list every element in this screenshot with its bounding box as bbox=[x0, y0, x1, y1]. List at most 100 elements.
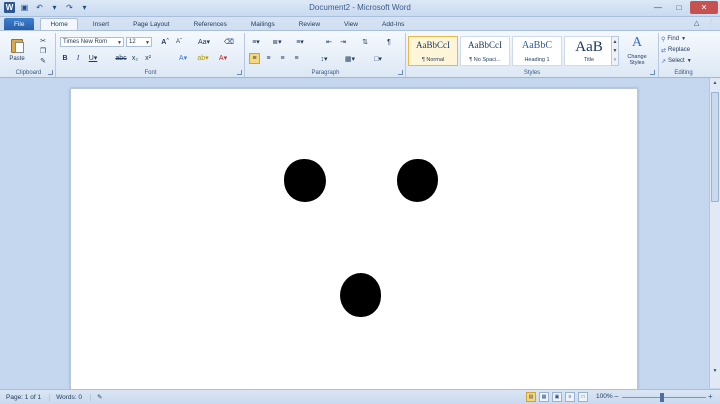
style-normal-sample: AaBbCcI bbox=[416, 40, 450, 50]
scroll-thumb[interactable] bbox=[711, 92, 719, 202]
vertical-scrollbar[interactable]: ▲ ▼ bbox=[709, 78, 720, 388]
proofing-icon[interactable]: ✎ bbox=[97, 393, 110, 401]
tab-review[interactable]: Review bbox=[290, 18, 329, 30]
chevron-down-icon[interactable]: ▼ bbox=[613, 48, 618, 54]
page-count[interactable]: Page: 1 of 1 bbox=[6, 393, 51, 401]
zoom-slider-thumb[interactable] bbox=[660, 393, 664, 402]
styles-scroll[interactable]: ▲ ▼ ▿ bbox=[611, 36, 619, 66]
multilevel-list-icon[interactable]: ≡▾ bbox=[292, 37, 308, 47]
line-spacing-icon[interactable]: ↕▾ bbox=[316, 53, 332, 64]
document-page[interactable] bbox=[70, 88, 638, 390]
drawn-dot[interactable] bbox=[340, 273, 381, 317]
align-right-icon[interactable]: ≡ bbox=[277, 53, 288, 64]
font-color-icon[interactable]: A▾ bbox=[215, 53, 231, 63]
scroll-down-icon[interactable]: ▼ bbox=[710, 366, 720, 376]
format-painter-icon[interactable]: ✎ bbox=[38, 56, 48, 65]
zoom-slider[interactable] bbox=[622, 397, 706, 398]
show-formatting-icon[interactable]: ¶ bbox=[384, 37, 394, 47]
style-heading-1[interactable]: AaBbC Heading 1 bbox=[512, 36, 562, 66]
more-styles-icon[interactable]: ▿ bbox=[614, 57, 617, 63]
bullets-icon[interactable]: ≡▾ bbox=[249, 37, 263, 47]
minimize-ribbon-icon[interactable]: △ bbox=[694, 19, 699, 27]
tab-home[interactable]: Home bbox=[40, 18, 78, 30]
zoom-level[interactable]: 100% bbox=[596, 393, 613, 400]
font-size-combo[interactable]: 12 ▼ bbox=[126, 37, 152, 47]
increase-indent-icon[interactable]: ⇥ bbox=[338, 37, 348, 47]
tab-insert[interactable]: Insert bbox=[84, 18, 118, 30]
help-icon[interactable]: ❔ bbox=[705, 19, 714, 27]
text-effects-icon[interactable]: A▾ bbox=[175, 53, 191, 63]
tab-mailings[interactable]: Mailings bbox=[242, 18, 284, 30]
print-layout-icon[interactable]: ▤ bbox=[526, 392, 536, 402]
grow-font-icon[interactable]: Aˆ bbox=[159, 37, 171, 47]
clipboard-launcher-icon[interactable] bbox=[48, 70, 53, 75]
outline-icon[interactable]: ≡ bbox=[565, 392, 575, 402]
paste-button[interactable]: Paste bbox=[5, 55, 29, 63]
shrink-font-icon[interactable]: Aˇ bbox=[173, 37, 185, 47]
borders-icon[interactable]: □▾ bbox=[370, 53, 386, 64]
close-icon[interactable]: ✕ bbox=[690, 1, 718, 14]
ribbon: Paste ✂ ❐ ✎ Clipboard Times New Rom ▼ 12… bbox=[0, 30, 720, 78]
underline-icon[interactable]: U▾ bbox=[86, 53, 100, 63]
web-layout-icon[interactable]: ▣ bbox=[552, 392, 562, 402]
highlight-icon[interactable]: ab▾ bbox=[195, 53, 211, 63]
italic-icon[interactable]: I bbox=[73, 53, 83, 63]
subscript-icon[interactable]: x₂ bbox=[130, 53, 140, 63]
justify-icon[interactable]: ≡ bbox=[291, 53, 302, 64]
style-title-name: Title bbox=[583, 57, 595, 63]
editing-group-label: Editing bbox=[674, 70, 693, 76]
font-name-value: Times New Rom bbox=[63, 39, 108, 45]
tab-references[interactable]: References bbox=[185, 18, 236, 30]
full-screen-reading-icon[interactable]: ▦ bbox=[539, 392, 549, 402]
drawn-dot[interactable] bbox=[284, 159, 326, 202]
tab-view[interactable]: View bbox=[335, 18, 367, 30]
bold-icon[interactable]: B bbox=[60, 53, 70, 63]
scroll-up-icon[interactable]: ▲ bbox=[710, 78, 720, 88]
chevron-down-icon: ▼ bbox=[145, 40, 150, 46]
style-heading-1-name: Heading 1 bbox=[524, 57, 550, 63]
superscript-icon[interactable]: x² bbox=[143, 53, 153, 63]
styles-group-label: Styles bbox=[523, 70, 541, 76]
change-case-icon[interactable]: Aa▾ bbox=[195, 37, 213, 47]
draft-icon[interactable]: □ bbox=[578, 392, 588, 402]
zoom-out-icon[interactable]: − bbox=[614, 392, 619, 401]
style-normal[interactable]: AaBbCcI ¶ Normal bbox=[408, 36, 458, 66]
drawn-dot[interactable] bbox=[397, 159, 438, 202]
style-title-sample: AaB bbox=[575, 39, 603, 55]
cut-icon[interactable]: ✂ bbox=[38, 36, 48, 45]
clear-formatting-icon[interactable]: ⌫ bbox=[223, 37, 235, 47]
status-bar: Page: 1 of 1 Words: 0 ✎ ▤ ▦ ▣ ≡ □ 100% −… bbox=[0, 389, 720, 404]
replace-button[interactable]: ⇄ Replace bbox=[661, 45, 707, 55]
tab-file[interactable]: File bbox=[4, 18, 35, 30]
paste-icon[interactable] bbox=[9, 36, 25, 54]
numbering-icon[interactable]: ≣▾ bbox=[270, 37, 284, 47]
find-button[interactable]: ⚲ Find ▼ bbox=[661, 34, 707, 44]
align-left-icon[interactable]: ≡ bbox=[249, 53, 260, 64]
shading-icon[interactable]: ▦▾ bbox=[342, 53, 358, 64]
paragraph-launcher-icon[interactable] bbox=[398, 70, 403, 75]
maximize-icon[interactable]: □ bbox=[669, 1, 689, 14]
select-button[interactable]: ↗ Select ▼ bbox=[661, 56, 707, 66]
change-styles-button[interactable]: Change Styles bbox=[621, 53, 653, 67]
align-center-icon[interactable]: ≡ bbox=[263, 53, 274, 64]
copy-icon[interactable]: ❐ bbox=[38, 46, 48, 55]
tab-page-layout[interactable]: Page Layout bbox=[124, 18, 179, 30]
style-title[interactable]: AaB Title bbox=[564, 36, 614, 66]
select-icon: ↗ bbox=[661, 58, 667, 65]
styles-launcher-icon[interactable] bbox=[650, 70, 655, 75]
style-no-spacing-name: ¶ No Spaci... bbox=[469, 57, 501, 63]
strikethrough-icon[interactable]: abc bbox=[115, 53, 127, 63]
sort-icon[interactable]: ⇅ bbox=[360, 37, 370, 47]
chevron-up-icon[interactable]: ▲ bbox=[613, 39, 618, 45]
window-controls: — □ ✕ bbox=[648, 1, 718, 14]
style-no-spacing[interactable]: AaBbCcI ¶ No Spaci... bbox=[460, 36, 510, 66]
word-count[interactable]: Words: 0 bbox=[56, 393, 91, 401]
decrease-indent-icon[interactable]: ⇤ bbox=[324, 37, 334, 47]
font-launcher-icon[interactable] bbox=[237, 70, 242, 75]
font-name-combo[interactable]: Times New Rom ▼ bbox=[60, 37, 124, 47]
tab-add-ins[interactable]: Add-Ins bbox=[373, 18, 413, 30]
minimize-icon[interactable]: — bbox=[648, 1, 668, 14]
change-styles-icon[interactable]: A bbox=[625, 35, 649, 51]
zoom-in-icon[interactable]: + bbox=[708, 392, 713, 401]
paragraph-group-label: Paragraph bbox=[311, 70, 340, 76]
